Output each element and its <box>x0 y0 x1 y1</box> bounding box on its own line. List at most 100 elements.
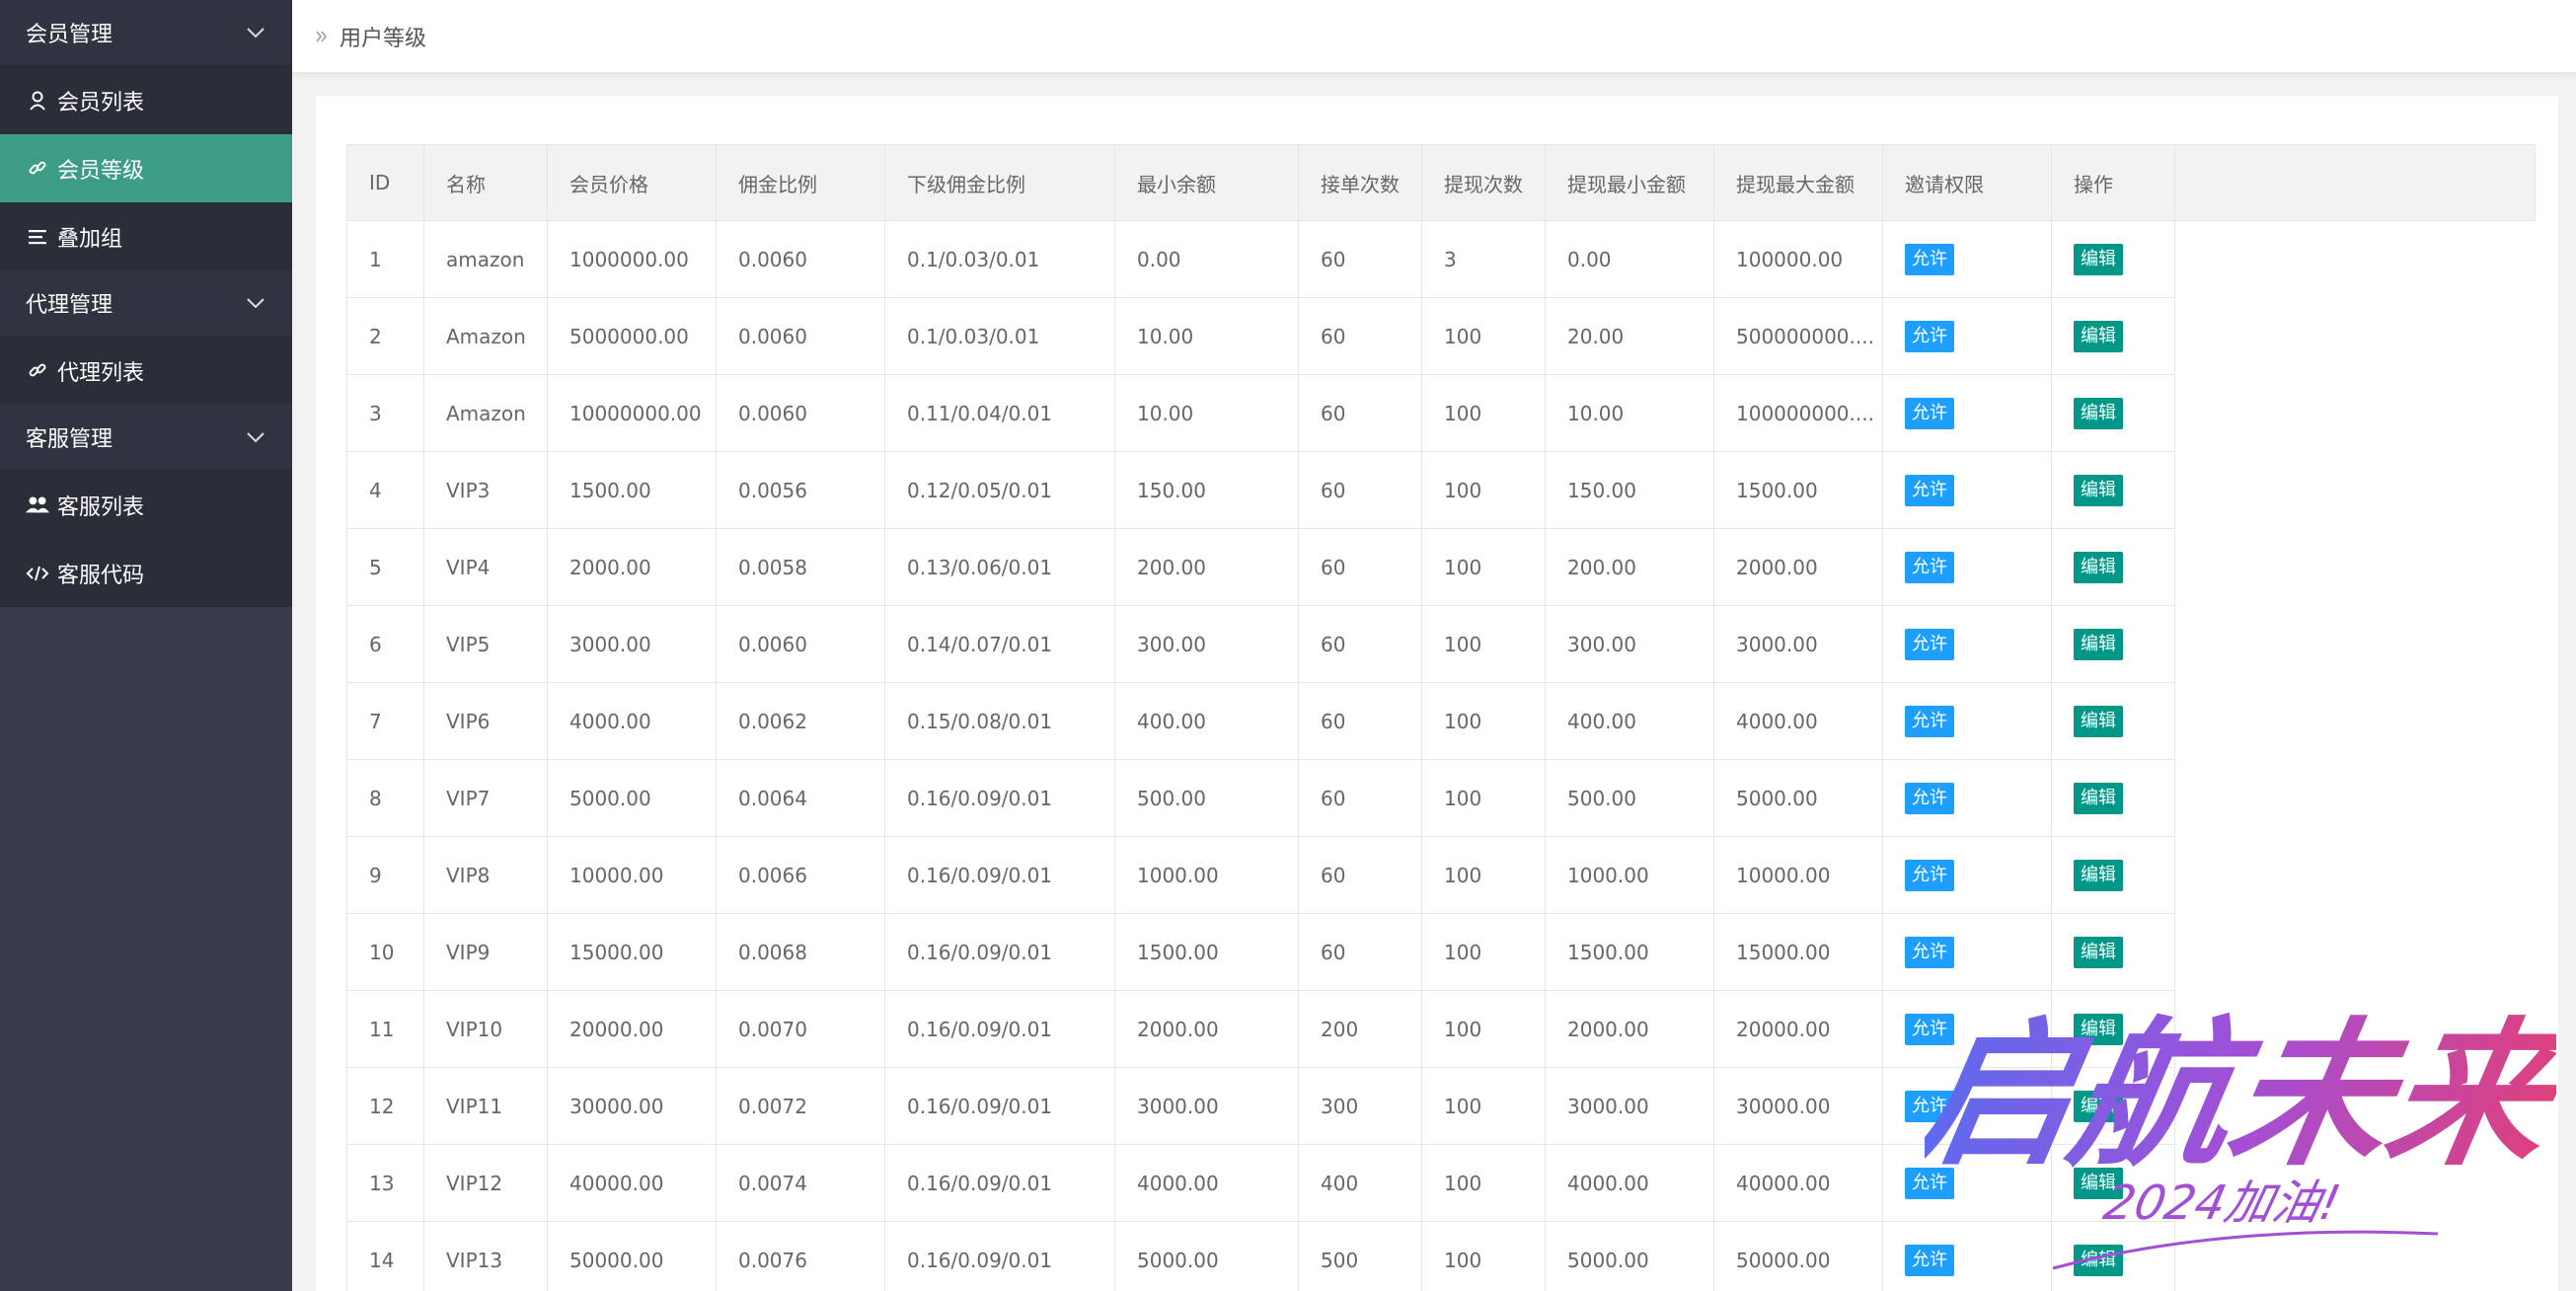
table-row: 1 amazon 1000000.00 0.0060 0.1/0.03/0.01 0.00… <box>346 220 2536 298</box>
edit-button[interactable]: 编辑 <box>2074 243 2123 275</box>
table-cell: 100 <box>1421 990 1546 1068</box>
table-cell: 编辑 <box>2051 990 2175 1068</box>
edit-button[interactable]: 编辑 <box>2074 551 2123 583</box>
column-header: 最小余额 <box>1114 144 1299 221</box>
allow-button[interactable]: 允许 <box>1905 397 1954 429</box>
table-cell: 0.0060 <box>716 605 885 683</box>
table-cell: 150.00 <box>1114 451 1299 529</box>
table-cell: 0.15/0.08/0.01 <box>884 682 1115 760</box>
column-header: 操作 <box>2051 144 2175 221</box>
allow-button[interactable]: 允许 <box>1905 551 1954 583</box>
table-cell: 允许 <box>1882 220 2052 298</box>
table-cell: 60 <box>1298 451 1422 529</box>
table-cell: 0.16/0.09/0.01 <box>884 759 1115 837</box>
table-cell: 0.0060 <box>716 220 885 298</box>
edit-button[interactable]: 编辑 <box>2074 1167 2123 1199</box>
table-cell: 编辑 <box>2051 1221 2175 1291</box>
sidebar-item-1-0[interactable]: 代理列表 <box>0 337 292 405</box>
chevron-down-icon <box>245 426 266 448</box>
sidebar-item-0-2[interactable]: 叠加组 <box>0 202 292 270</box>
allow-button[interactable]: 允许 <box>1905 628 1954 660</box>
table-cell: 4 <box>346 451 424 529</box>
nav-group-2[interactable]: 客服管理 <box>0 405 292 471</box>
allow-button[interactable]: 允许 <box>1905 243 1954 275</box>
table-cell: 100 <box>1421 605 1546 683</box>
users-icon <box>26 494 49 517</box>
table-cell: 允许 <box>1882 759 2052 837</box>
table-header-row: ID 名称 会员价格 佣金比例 下级佣金比例 最小余额 接单次数 提现次数 提现最小金额 提现最大… <box>346 144 2536 221</box>
allow-button[interactable]: 允许 <box>1905 859 1954 891</box>
table-cell: 13 <box>346 1144 424 1222</box>
table-cell: 300.00 <box>1114 605 1299 683</box>
edit-button[interactable]: 编辑 <box>2074 705 2123 737</box>
table-cell: 允许 <box>1882 1144 2052 1222</box>
table-row: 4 VIP3 1500.00 0.0056 0.12/0.05/0.01 150.00 60… <box>346 451 2536 529</box>
table-cell: 2000.00 <box>1114 990 1299 1068</box>
allow-button[interactable]: 允许 <box>1905 705 1954 737</box>
table-row: 8 VIP7 5000.00 0.0064 0.16/0.09/0.01 500.00 60… <box>346 759 2536 837</box>
table-cell: 0.16/0.09/0.01 <box>884 1144 1115 1222</box>
allow-button[interactable]: 允许 <box>1905 936 1954 968</box>
edit-button[interactable]: 编辑 <box>2074 474 2123 506</box>
table-cell: 允许 <box>1882 1221 2052 1291</box>
table-row: 10 VIP9 15000.00 0.0068 0.16/0.09/0.01 1500.0… <box>346 913 2536 991</box>
edit-button[interactable]: 编辑 <box>2074 397 2123 429</box>
table-cell: 1000.00 <box>1545 836 1714 914</box>
table-cell: 允许 <box>1882 374 2052 452</box>
nav-group-1[interactable]: 代理管理 <box>0 270 292 337</box>
table-cell: 编辑 <box>2051 1144 2175 1222</box>
row-filler <box>2175 298 2536 375</box>
table-cell: 编辑 <box>2051 1067 2175 1145</box>
table-cell: 0.00 <box>1545 220 1714 298</box>
sidebar-item-label: 会员等级 <box>57 158 145 184</box>
table-cell: 5000.00 <box>1713 759 1883 837</box>
user-icon <box>26 89 49 113</box>
allow-button[interactable]: 允许 <box>1905 474 1954 506</box>
table-cell: 100000.00 <box>1713 220 1883 298</box>
allow-button[interactable]: 允许 <box>1905 782 1954 814</box>
edit-button[interactable]: 编辑 <box>2074 859 2123 891</box>
table-cell: 300.00 <box>1545 605 1714 683</box>
table-cell: 2 <box>346 297 424 375</box>
column-header: 邀请权限 <box>1882 144 2052 221</box>
sidebar-item-0-0[interactable]: 会员列表 <box>0 66 292 134</box>
table-cell: VIP12 <box>423 1144 548 1222</box>
table-cell: 允许 <box>1882 297 2052 375</box>
nav-group-0[interactable]: 会员管理 <box>0 0 292 66</box>
table-cell: 6 <box>346 605 424 683</box>
row-filler <box>2175 1222 2536 1291</box>
table-cell: Amazon <box>423 374 548 452</box>
table-cell: 允许 <box>1882 1067 2052 1145</box>
sidebar-item-2-1[interactable]: 客服代码 <box>0 539 292 607</box>
edit-button[interactable]: 编辑 <box>2074 936 2123 968</box>
row-filler <box>2175 529 2536 606</box>
sidebar-item-2-0[interactable]: 客服列表 <box>0 471 292 539</box>
allow-button[interactable]: 允许 <box>1905 1244 1954 1276</box>
row-filler <box>2175 991 2536 1068</box>
table-cell: 100 <box>1421 374 1546 452</box>
allow-button[interactable]: 允许 <box>1905 320 1954 352</box>
table-cell: 100 <box>1421 759 1546 837</box>
allow-button[interactable]: 允许 <box>1905 1013 1954 1045</box>
table-row: 2 Amazon 5000000.00 0.0060 0.1/0.03/0.01 10.0… <box>346 297 2536 375</box>
allow-button[interactable]: 允许 <box>1905 1167 1954 1199</box>
sidebar-item-0-1[interactable]: 会员等级 <box>0 134 292 202</box>
table-cell: 0.16/0.09/0.01 <box>884 836 1115 914</box>
table-cell: 50000.00 <box>547 1221 717 1291</box>
table-cell: 0.0070 <box>716 990 885 1068</box>
edit-button[interactable]: 编辑 <box>2074 782 2123 814</box>
edit-button[interactable]: 编辑 <box>2074 1090 2123 1122</box>
table-cell: 60 <box>1298 913 1422 991</box>
edit-button[interactable]: 编辑 <box>2074 320 2123 352</box>
table-body: 1 amazon 1000000.00 0.0060 0.1/0.03/0.01 0.00… <box>346 220 2536 1291</box>
table-cell: 2000.00 <box>547 528 717 606</box>
edit-button[interactable]: 编辑 <box>2074 1013 2123 1045</box>
list-icon <box>26 225 49 249</box>
edit-button[interactable]: 编辑 <box>2074 628 2123 660</box>
table-cell: 10 <box>346 913 424 991</box>
edit-button[interactable]: 编辑 <box>2074 1244 2123 1276</box>
table-cell: 0.0072 <box>716 1067 885 1145</box>
table-cell: 0.14/0.07/0.01 <box>884 605 1115 683</box>
allow-button[interactable]: 允许 <box>1905 1090 1954 1122</box>
column-header: 提现次数 <box>1421 144 1546 221</box>
